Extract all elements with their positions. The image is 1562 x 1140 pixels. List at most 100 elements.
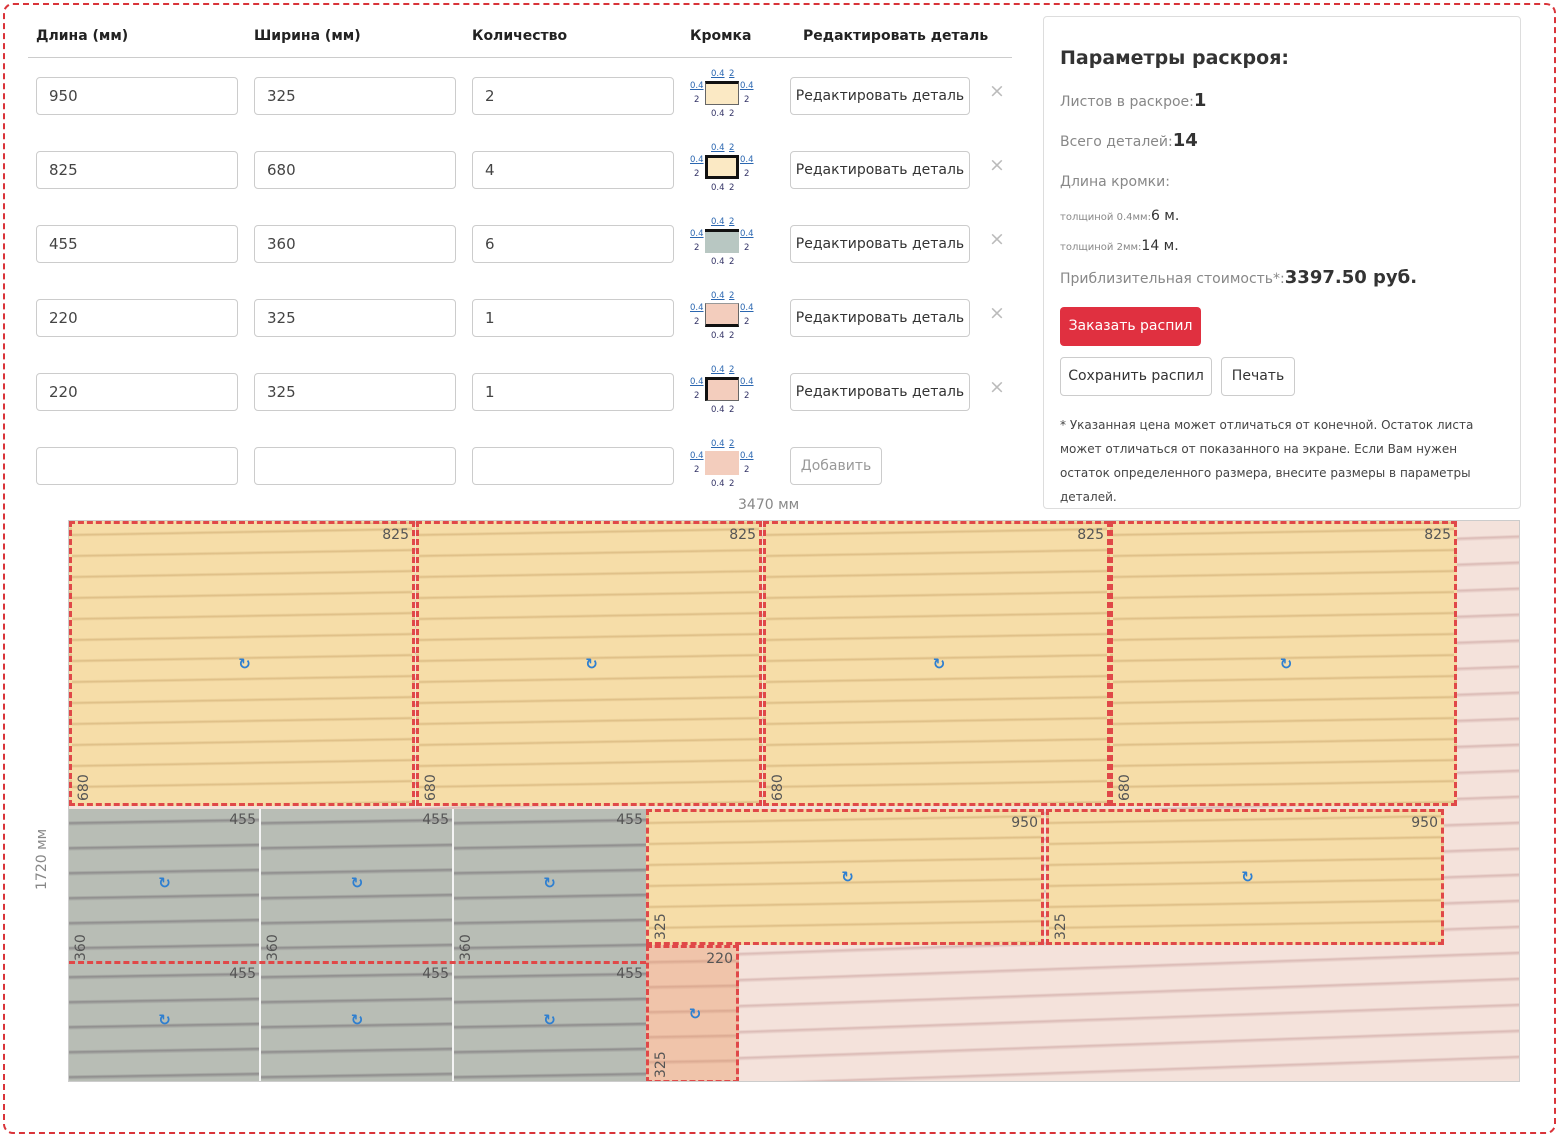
edge-left-thin[interactable]: 0.4: [690, 451, 704, 461]
edit-part-button[interactable]: Редактировать деталь: [790, 225, 970, 263]
edge-top-thin[interactable]: 0.4: [711, 143, 725, 153]
edge-left-thick[interactable]: 2: [694, 95, 699, 105]
new-qty-input[interactable]: [472, 447, 674, 485]
edge-bottom-thick[interactable]: 2: [729, 331, 734, 341]
edge-left-thick[interactable]: 2: [694, 169, 699, 179]
board-piece[interactable]: 825 680 ↻: [1110, 521, 1457, 806]
board-piece[interactable]: 455 360 ↻: [454, 809, 646, 963]
order-cut-button[interactable]: Заказать распил: [1060, 307, 1201, 346]
edge-left-thin[interactable]: 0.4: [690, 229, 704, 239]
board-piece[interactable]: 455 360 ↻: [69, 809, 261, 963]
width-input[interactable]: 325: [254, 373, 456, 411]
delete-row-icon[interactable]: ×: [989, 302, 1005, 324]
rotate-icon[interactable]: ↻: [157, 876, 172, 891]
edge-left-thick[interactable]: 2: [694, 391, 699, 401]
edit-part-button[interactable]: Редактировать деталь: [790, 77, 970, 115]
qty-input[interactable]: 1: [472, 373, 674, 411]
qty-input[interactable]: 6: [472, 225, 674, 263]
edge-bottom-thin[interactable]: 0.4: [711, 331, 725, 341]
add-part-button[interactable]: Добавить: [790, 447, 882, 485]
edge-bottom-thin[interactable]: 0.4: [711, 257, 725, 267]
edge-bottom-thick[interactable]: 2: [729, 257, 734, 267]
edge-right-thin[interactable]: 0.4: [740, 377, 754, 387]
edge-right-thick[interactable]: 2: [744, 95, 749, 105]
qty-input[interactable]: 4: [472, 151, 674, 189]
edge-right-thin[interactable]: 0.4: [740, 155, 754, 165]
board-piece[interactable]: 455 ↻: [454, 963, 646, 1081]
edge-left-thin[interactable]: 0.4: [690, 81, 704, 91]
qty-input[interactable]: 1: [472, 299, 674, 337]
edge-diagram[interactable]: 0.4 2 0.4 2 0.4 2 0.4 2: [690, 291, 754, 341]
rotate-icon[interactable]: ↻: [1240, 870, 1255, 885]
delete-row-icon[interactable]: ×: [989, 228, 1005, 250]
edge-diagram[interactable]: 0.4 2 0.4 2 0.4 2 0.4 2: [690, 217, 754, 267]
edge-diagram[interactable]: 0.4 2 0.4 2 0.4 2 0.4 2: [690, 143, 754, 193]
board-piece[interactable]: 950 325 ↻: [646, 809, 1044, 945]
new-length-input[interactable]: [36, 447, 238, 485]
edge-left-thick[interactable]: 2: [694, 317, 699, 327]
edge-right-thick[interactable]: 2: [744, 391, 749, 401]
edge-diagram[interactable]: 0.4 2 0.4 2 0.4 2 0.4 2: [690, 439, 754, 489]
board-piece[interactable]: 455 360 ↻: [261, 809, 454, 963]
print-button[interactable]: Печать: [1221, 357, 1295, 396]
edge-right-thin[interactable]: 0.4: [740, 81, 754, 91]
rotate-icon[interactable]: ↻: [688, 1007, 703, 1022]
edit-part-button[interactable]: Редактировать деталь: [790, 299, 970, 337]
edge-bottom-thick[interactable]: 2: [729, 109, 734, 119]
rotate-icon[interactable]: ↻: [350, 1013, 365, 1028]
edit-part-button[interactable]: Редактировать деталь: [790, 151, 970, 189]
width-input[interactable]: 325: [254, 77, 456, 115]
board-piece[interactable]: 455 ↻: [261, 963, 454, 1081]
length-input[interactable]: 220: [36, 373, 238, 411]
delete-row-icon[interactable]: ×: [989, 376, 1005, 398]
edge-bottom-thick[interactable]: 2: [729, 479, 734, 489]
edge-right-thin[interactable]: 0.4: [740, 303, 754, 313]
edge-right-thick[interactable]: 2: [744, 465, 749, 475]
edge-left-thick[interactable]: 2: [694, 465, 699, 475]
edge-left-thick[interactable]: 2: [694, 243, 699, 253]
length-input[interactable]: 455: [36, 225, 238, 263]
length-input[interactable]: 825: [36, 151, 238, 189]
board-piece[interactable]: 950 325 ↻: [1046, 809, 1444, 945]
rotate-icon[interactable]: ↻: [542, 876, 557, 891]
edge-top-thick[interactable]: 2: [729, 439, 734, 449]
edge-left-thin[interactable]: 0.4: [690, 155, 704, 165]
new-width-input[interactable]: [254, 447, 456, 485]
edge-top-thick[interactable]: 2: [729, 365, 734, 375]
edge-diagram[interactable]: 0.4 2 0.4 2 0.4 2 0.4 2: [690, 365, 754, 415]
delete-row-icon[interactable]: ×: [989, 80, 1005, 102]
edge-top-thin[interactable]: 0.4: [711, 365, 725, 375]
width-input[interactable]: 680: [254, 151, 456, 189]
edge-bottom-thin[interactable]: 0.4: [711, 405, 725, 415]
edge-diagram[interactable]: 0.4 2 0.4 2 0.4 2 0.4 2: [690, 69, 754, 119]
edge-right-thick[interactable]: 2: [744, 317, 749, 327]
board-piece[interactable]: 220 325 ↻: [646, 945, 739, 1081]
edge-left-thin[interactable]: 0.4: [690, 377, 704, 387]
edge-top-thin[interactable]: 0.4: [711, 69, 725, 79]
length-input[interactable]: 220: [36, 299, 238, 337]
width-input[interactable]: 325: [254, 299, 456, 337]
rotate-icon[interactable]: ↻: [350, 876, 365, 891]
board-piece[interactable]: 825 680 ↻: [416, 521, 762, 806]
board-piece[interactable]: 825 680 ↻: [763, 521, 1110, 806]
edge-bottom-thin[interactable]: 0.4: [711, 479, 725, 489]
rotate-icon[interactable]: ↻: [932, 656, 947, 672]
edge-right-thin[interactable]: 0.4: [740, 451, 754, 461]
rotate-icon[interactable]: ↻: [1279, 656, 1294, 672]
board-piece[interactable]: 455 ↻: [69, 963, 261, 1081]
edge-bottom-thick[interactable]: 2: [729, 183, 734, 193]
save-cut-button[interactable]: Сохранить распил: [1060, 357, 1212, 396]
rotate-icon[interactable]: ↻: [584, 656, 599, 672]
board-piece[interactable]: 825 680 ↻: [69, 521, 415, 806]
edge-bottom-thin[interactable]: 0.4: [711, 183, 725, 193]
rotate-icon[interactable]: ↻: [542, 1013, 557, 1028]
rotate-icon[interactable]: ↻: [237, 656, 252, 672]
edge-top-thin[interactable]: 0.4: [711, 439, 725, 449]
edge-top-thin[interactable]: 0.4: [711, 291, 725, 301]
edge-bottom-thick[interactable]: 2: [729, 405, 734, 415]
length-input[interactable]: 950: [36, 77, 238, 115]
edge-right-thick[interactable]: 2: [744, 169, 749, 179]
edge-right-thin[interactable]: 0.4: [740, 229, 754, 239]
width-input[interactable]: 360: [254, 225, 456, 263]
edge-bottom-thin[interactable]: 0.4: [711, 109, 725, 119]
